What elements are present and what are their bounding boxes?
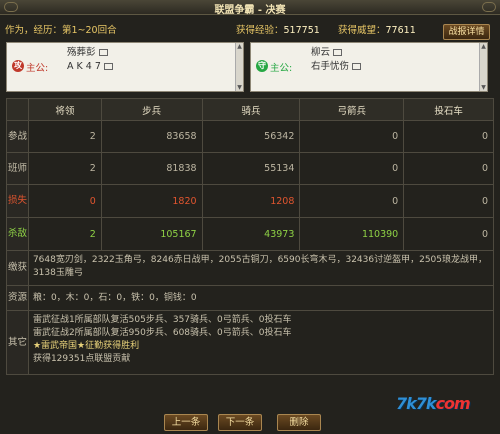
table-row: 杀敌 2 105167 43973 110390 0 — [6, 217, 494, 251]
spoils-row: 缴获 7648宽刃剑，2322玉角弓，8246赤日战甲，2055古铜刀，6590… — [6, 250, 495, 286]
cell: 105167 — [100, 217, 203, 251]
resources-text: 粮：0，木：0，石：0，铁：0，铜钱：0 — [27, 285, 495, 311]
other-line: 雷武征战2所属部队复活950步兵、608骑兵、0弓箭兵、0投石车 — [32, 328, 292, 338]
victory-line: ★雷武帝国★征勤获得胜利 — [32, 341, 140, 351]
scroll-up-icon[interactable]: ▲ — [236, 43, 243, 50]
col-header: 将领 — [27, 98, 102, 121]
cell: 0 — [299, 184, 405, 218]
cell: 2 — [27, 120, 102, 153]
cell: 0 — [403, 120, 494, 153]
row-label: 杀敌 — [6, 217, 29, 251]
exp-info: 获得经验：517751 — [236, 22, 320, 36]
table-row: 损失 0 1820 1208 0 0 — [6, 184, 494, 218]
prestige-value: 77611 — [385, 25, 416, 36]
defender-scrollbar[interactable]: ▲ ▼ — [479, 43, 487, 91]
round-info: 作为，经历：第1~20回合 — [5, 25, 117, 36]
row-label: 资源 — [6, 285, 29, 311]
battle-report-window: 联盟争霸 - 决赛 作为，经历：第1~20回合 获得经验：517751 获得威望… — [0, 0, 500, 434]
exp-value: 517751 — [283, 25, 320, 36]
row-label: 参战 — [6, 120, 29, 153]
row-label: 缴获 — [6, 250, 29, 286]
cell: 0 — [403, 217, 494, 251]
col-header: 投石车 — [403, 98, 494, 121]
scroll-down-icon[interactable]: ▼ — [236, 84, 243, 91]
attacker-main-label: 主公: — [26, 63, 49, 74]
cell: 56342 — [201, 120, 301, 153]
cell: 2 — [27, 152, 102, 185]
defender-name-row[interactable]: 右手忧伤 — [311, 60, 461, 74]
attacker-name-row[interactable]: A K 4 7 — [67, 60, 217, 74]
attacker-panel: 攻 主公: 殇葬彭 A K 4 7 ▲ ▼ — [6, 42, 244, 92]
defender-name-2[interactable]: 右手忧伤 — [311, 61, 349, 72]
attacker-name-2[interactable]: A K 4 7 — [67, 61, 101, 72]
cell: 81838 — [100, 152, 203, 185]
row-label: 其它 — [6, 310, 29, 375]
attacker-name-row[interactable]: 殇葬彭 — [67, 46, 217, 60]
exp-label: 获得经验： — [236, 25, 284, 36]
title-bar: 联盟争霸 - 决赛 — [0, 0, 500, 16]
defender-name-row[interactable]: 柳云 — [311, 46, 461, 60]
delete-button[interactable]: 删除 — [277, 414, 321, 431]
cell: 83658 — [100, 120, 203, 153]
scroll-up-icon[interactable]: ▲ — [480, 43, 487, 50]
table-row: 班师 2 81838 55134 0 0 — [6, 152, 494, 185]
mail-icon[interactable] — [103, 63, 113, 70]
col-header: 骑兵 — [201, 98, 301, 121]
cell: 2 — [27, 217, 102, 251]
prestige-label: 获得威望： — [338, 25, 386, 36]
battle-stats-table: 将领 步兵 骑兵 弓箭兵 投石车 参战 2 83658 56342 0 0 班师… — [6, 98, 495, 375]
prestige-info: 获得威望：77611 — [338, 22, 416, 36]
scroll-down-icon[interactable]: ▼ — [480, 84, 487, 91]
info-bar: 作为，经历：第1~20回合 获得经验：517751 获得威望：77611 — [0, 16, 500, 38]
mail-icon[interactable] — [98, 49, 108, 56]
attack-badge-icon: 攻 — [12, 60, 24, 72]
mail-icon[interactable] — [352, 63, 362, 70]
defender-main-label: 主公: — [270, 63, 293, 74]
defender-name-1[interactable]: 柳云 — [311, 47, 330, 58]
watermark-part: com — [435, 394, 471, 413]
other-text: 雷武征战1所属部队复活505步兵、357骑兵、0弓箭兵、0投石车 雷武征战2所属… — [27, 310, 495, 375]
table-header: 将领 步兵 骑兵 弓箭兵 投石车 — [6, 98, 494, 121]
cell: 0 — [299, 152, 405, 185]
row-label: 损失 — [6, 184, 29, 218]
prev-button[interactable]: 上一条 — [164, 414, 208, 431]
next-button[interactable]: 下一条 — [218, 414, 262, 431]
col-header: 弓箭兵 — [299, 98, 405, 121]
cell: 55134 — [201, 152, 301, 185]
button-row: 上一条 下一条 删除 — [0, 413, 500, 434]
other-line: 获得129351点联盟贡献 — [32, 354, 131, 364]
battle-detail-button[interactable]: 战报详情 — [443, 24, 490, 40]
cell: 0 — [403, 184, 494, 218]
cell: 110390 — [299, 217, 405, 251]
watermark-part: 7k — [415, 394, 437, 413]
table-row: 参战 2 83658 56342 0 0 — [6, 120, 494, 153]
cell: 1820 — [100, 184, 203, 218]
watermark-part: 7k — [396, 394, 417, 413]
defend-badge-icon: 守 — [256, 60, 268, 72]
row-label: 班师 — [6, 152, 29, 185]
col-header: 步兵 — [100, 98, 203, 121]
cell: 0 — [403, 152, 494, 185]
mail-icon[interactable] — [333, 49, 343, 56]
defender-panel: 守 主公: 柳云 右手忧伤 ▲ ▼ — [250, 42, 488, 92]
resources-row: 资源 粮：0，木：0，石：0，铁：0，铜钱：0 — [6, 285, 495, 311]
cell: 0 — [299, 120, 405, 153]
attacker-scrollbar[interactable]: ▲ ▼ — [235, 43, 243, 91]
cell: 43973 — [201, 217, 301, 251]
cell: 1208 — [201, 184, 301, 218]
spoils-text: 7648宽刃剑，2322玉角弓，8246赤日战甲，2055古铜刀，6590长弯木… — [27, 250, 495, 286]
corner-cell — [6, 98, 29, 121]
attacker-name-1[interactable]: 殇葬彭 — [67, 47, 96, 58]
window-title: 联盟争霸 - 决赛 — [214, 5, 286, 16]
cell: 0 — [27, 184, 102, 218]
other-line: 雷武征战1所属部队复活505步兵、357骑兵、0弓箭兵、0投石车 — [32, 315, 292, 325]
other-row: 其它 雷武征战1所属部队复活505步兵、357骑兵、0弓箭兵、0投石车 雷武征战… — [6, 310, 495, 375]
